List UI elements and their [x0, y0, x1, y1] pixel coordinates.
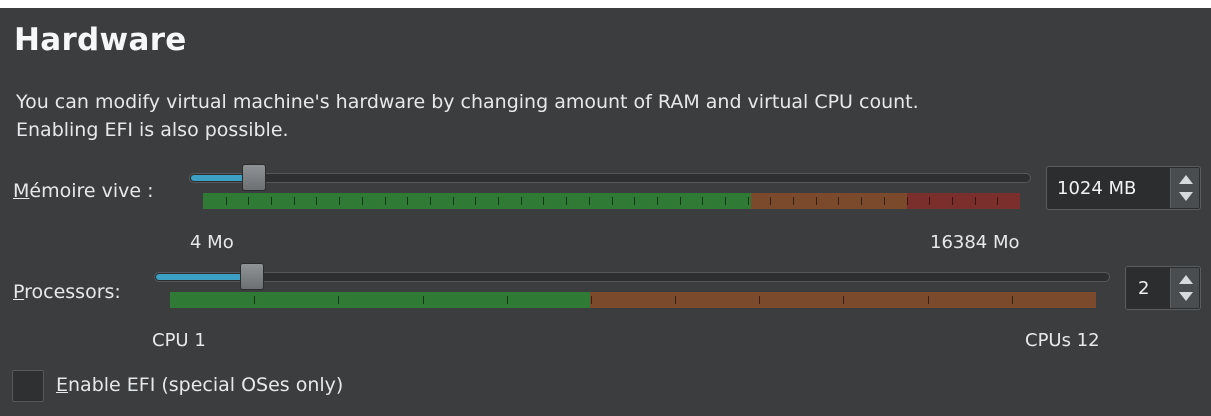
processors-range-band: [170, 292, 1096, 308]
memory-label: Mémoire vive :: [13, 180, 154, 202]
hardware-panel: Hardware You can modify virtual machine'…: [0, 8, 1211, 416]
memory-band-warning: [751, 193, 907, 209]
processors-label-mnemonic: P: [13, 281, 25, 303]
efi-label[interactable]: Enable EFI (special OSes only): [56, 374, 343, 396]
processors-min-label: CPU 1: [152, 330, 206, 351]
memory-min-label: 4 Mo: [190, 232, 234, 253]
memory-spinbox-buttons[interactable]: [1170, 168, 1199, 208]
memory-band-danger: [907, 193, 1020, 209]
page-title: Hardware: [14, 22, 187, 58]
description-line-1: You can modify virtual machine's hardwar…: [16, 91, 919, 113]
processors-spinbox-buttons[interactable]: [1170, 268, 1199, 308]
processors-label-text: rocessors:: [24, 281, 121, 303]
memory-slider[interactable]: [189, 164, 1031, 191]
processors-max-label: CPUs 12: [1025, 330, 1100, 351]
memory-spinbox[interactable]: 1024 MB: [1046, 166, 1201, 210]
memory-max-label: 16384 Mo: [930, 232, 1020, 253]
chevron-up-icon[interactable]: [1179, 275, 1193, 284]
chevron-down-icon[interactable]: [1179, 292, 1193, 301]
processors-band-safe: [170, 292, 590, 308]
memory-slider-handle[interactable]: [242, 164, 266, 191]
processors-slider-handle[interactable]: [240, 263, 264, 290]
memory-range-band: [203, 193, 1020, 209]
processors-band-warning: [590, 292, 1096, 308]
processors-label: Processors:: [13, 281, 121, 303]
memory-label-mnemonic: M: [13, 180, 30, 202]
processors-spinbox[interactable]: 2: [1125, 266, 1201, 310]
chevron-up-icon[interactable]: [1179, 175, 1193, 184]
processors-slider-groove: [154, 272, 1110, 282]
efi-label-text: nable EFI (special OSes only): [68, 374, 344, 396]
processors-spinbox-value[interactable]: 2: [1138, 278, 1149, 299]
memory-slider-groove: [189, 173, 1031, 183]
memory-slider-fill: [191, 175, 247, 181]
chevron-down-icon[interactable]: [1179, 192, 1193, 201]
memory-spinbox-value[interactable]: 1024 MB: [1057, 178, 1136, 199]
processors-slider[interactable]: [154, 263, 1110, 290]
description-line-2: Enabling EFI is also possible.: [16, 119, 289, 141]
efi-checkbox[interactable]: [12, 370, 44, 402]
processors-slider-fill: [156, 274, 244, 280]
efi-label-mnemonic: E: [56, 374, 69, 396]
memory-label-text: émoire vive :: [29, 180, 154, 202]
memory-band-safe: [203, 193, 751, 209]
